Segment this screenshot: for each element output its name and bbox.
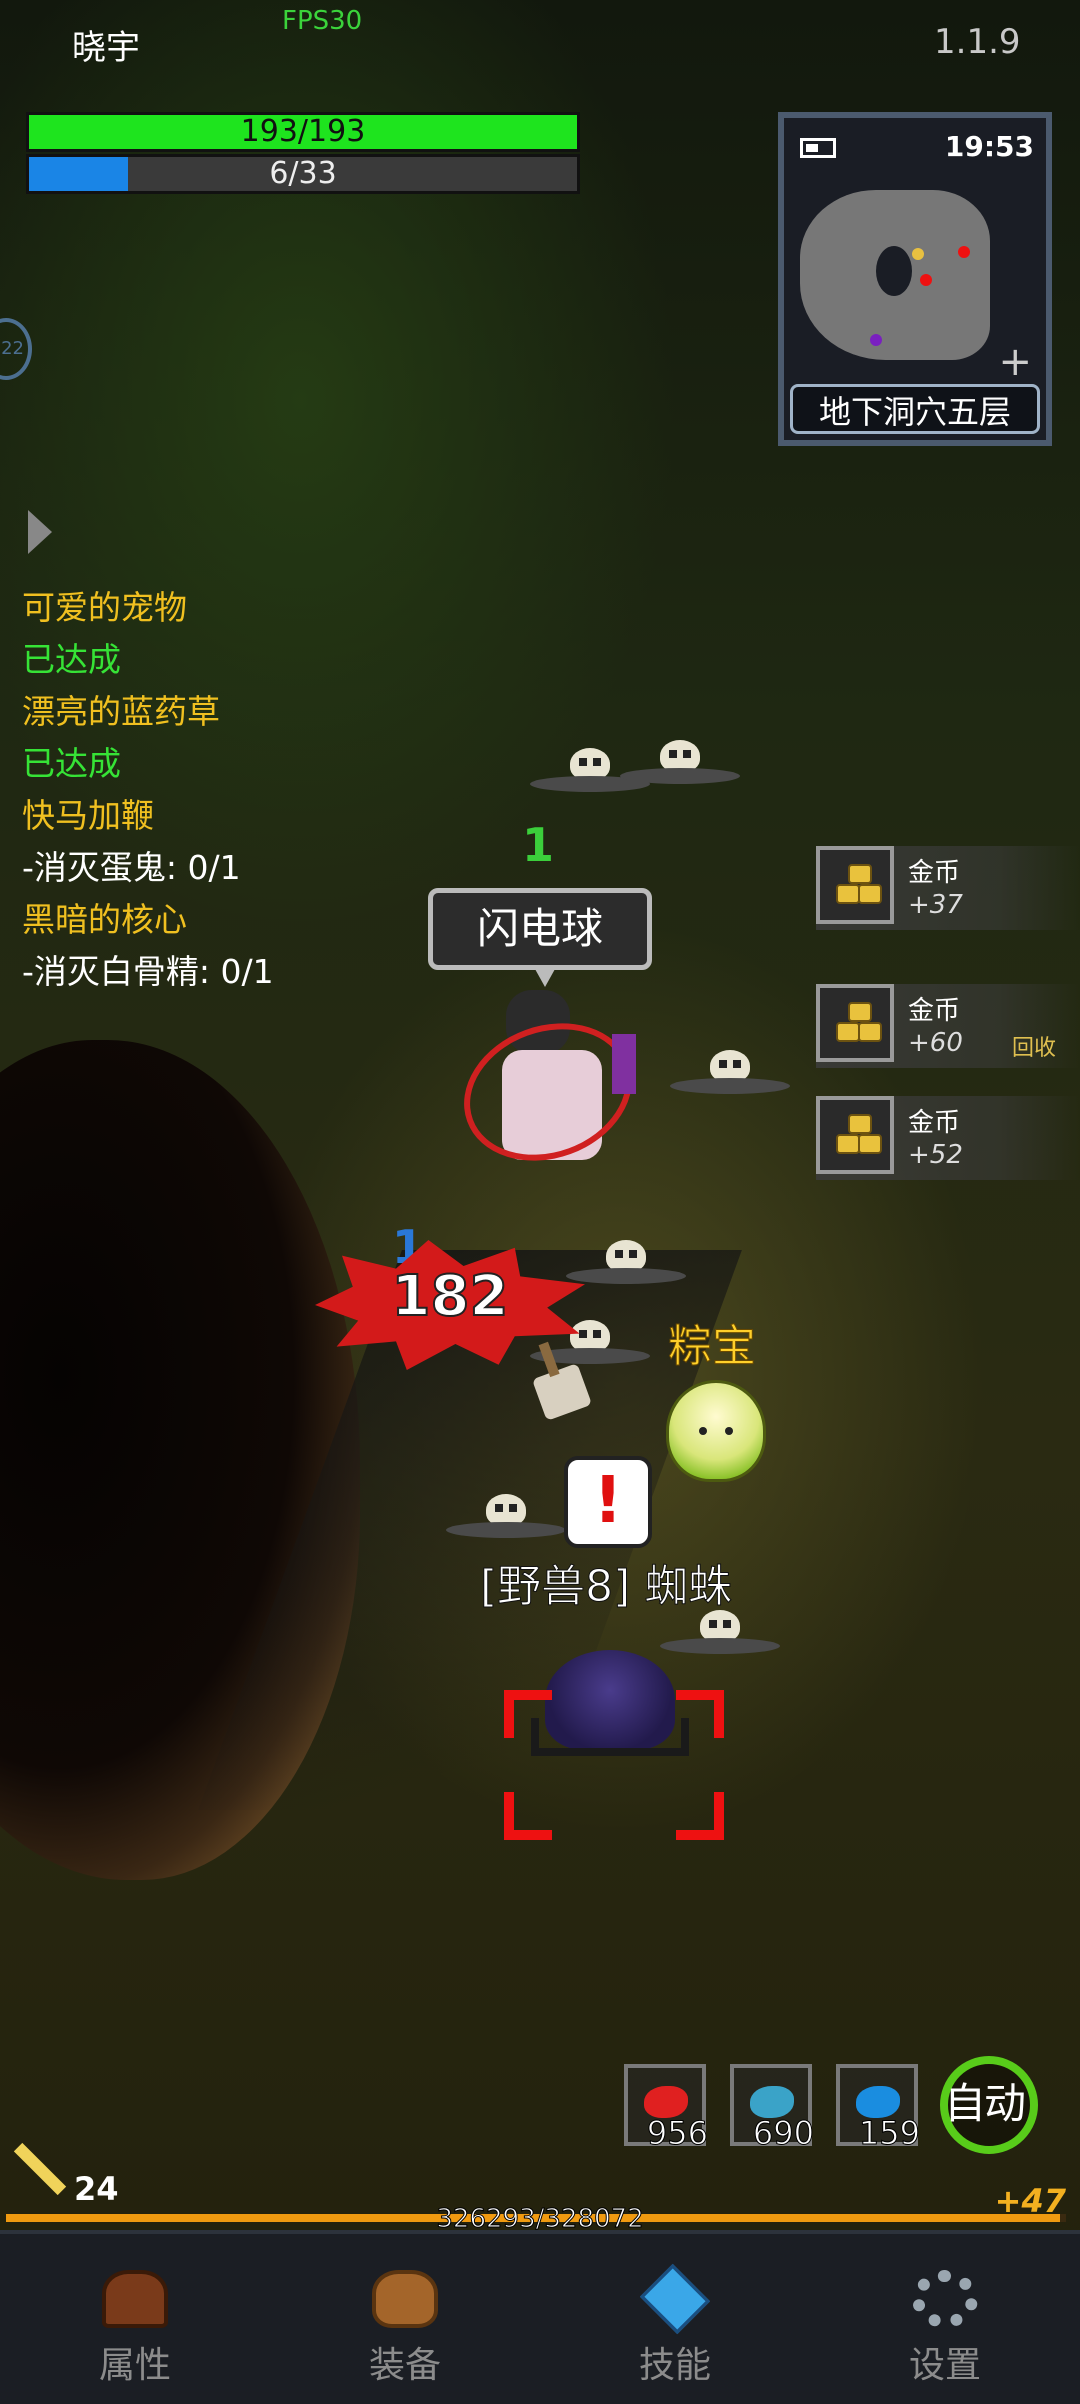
- quest-status: 已达成: [22, 640, 121, 679]
- enemy-label: [野兽8] 蜘蛛: [479, 1561, 733, 1613]
- gold-coin-icon: [816, 846, 894, 924]
- target-corner: [676, 1792, 724, 1840]
- version-label: 1.1.9: [934, 22, 1021, 62]
- bottom-nav: 属性 装备 技能 设置: [0, 2230, 1080, 2404]
- combo-count-top: 1: [522, 818, 555, 872]
- mp-bar: 6/33: [26, 154, 580, 194]
- skull-bones: [660, 1610, 780, 1654]
- gold-coin-icon: [816, 984, 894, 1062]
- loot-name: 金币: [908, 1108, 961, 1138]
- bag-icon: [372, 2270, 438, 2328]
- auto-battle-label: 自动: [943, 2079, 1026, 2128]
- minimap-enemy-marker: [870, 334, 882, 346]
- recycle-label[interactable]: 回收: [1012, 1030, 1056, 1062]
- nav-skills[interactable]: 技能: [540, 2234, 810, 2404]
- expand-arrow-icon[interactable]: [28, 510, 52, 554]
- minimap-enemy-marker: [920, 274, 932, 286]
- skill-gem-icon: [639, 2263, 711, 2335]
- damage-number: 182: [391, 1263, 510, 1330]
- minimap-player-marker: [912, 248, 924, 260]
- quest-title[interactable]: 可爱的宠物: [22, 582, 274, 634]
- nav-label: 装备: [368, 2345, 441, 2386]
- loot-amount: +60: [908, 1028, 963, 1058]
- battery-icon: [800, 138, 836, 158]
- exp-gain: +47: [994, 2182, 1066, 2220]
- loot-name: 金币: [908, 858, 961, 888]
- zone-name: 地下洞穴五层: [790, 384, 1040, 434]
- pet-character[interactable]: [666, 1380, 766, 1482]
- loot-notification: 金币 +37: [816, 846, 1080, 930]
- gold-coin-icon: [816, 1096, 894, 1174]
- quest-title[interactable]: 快马加鞭: [22, 790, 274, 842]
- fish-slot[interactable]: 690: [730, 2064, 815, 2153]
- red-potion-slot[interactable]: 956: [624, 2064, 709, 2153]
- alert-icon: !: [564, 1456, 652, 1548]
- nav-label: 属性: [98, 2345, 171, 2386]
- skull-bones: [670, 1050, 790, 1094]
- minimap-hole: [876, 246, 912, 296]
- item-count: 159: [858, 2114, 920, 2153]
- helmet-icon: [102, 2270, 168, 2328]
- target-corner: [504, 1690, 552, 1738]
- nav-label: 设置: [908, 2345, 981, 2386]
- quest-tracker[interactable]: 可爱的宠物 已达成 漂亮的蓝药草 已达成 快马加鞭 -消灭蛋鬼: 0/1 黑暗的…: [22, 582, 274, 998]
- loot-amount: +52: [908, 1140, 963, 1170]
- quest-objective: -消灭白骨精: 0/1: [22, 952, 274, 991]
- item-count: 956: [646, 2114, 708, 2153]
- nav-attributes[interactable]: 属性: [0, 2234, 270, 2404]
- hp-text: 193/193: [240, 114, 366, 149]
- blue-potion-slot[interactable]: 159: [836, 2064, 921, 2153]
- player-name: 晓宇: [72, 28, 140, 68]
- nav-label: 技能: [638, 2345, 711, 2386]
- minimap[interactable]: 19:53 + 地下洞穴五层: [778, 112, 1052, 446]
- loot-notification: 金币 +52: [816, 1096, 1080, 1180]
- target-corner: [676, 1690, 724, 1738]
- target-corner: [504, 1792, 552, 1840]
- quest-status: 已达成: [22, 744, 121, 783]
- level-number: 24: [74, 2170, 119, 2208]
- loot-name: 金币: [908, 996, 961, 1026]
- nav-equipment[interactable]: 装备: [270, 2234, 540, 2404]
- quest-title[interactable]: 黑暗的核心: [22, 894, 274, 946]
- item-count: 690: [752, 2114, 814, 2153]
- pet-name: 粽宝: [668, 1321, 757, 1373]
- gear-icon: [912, 2270, 978, 2328]
- enemy-spider[interactable]: [531, 1650, 689, 1756]
- quest-objective: -消灭蛋鬼: 0/1: [22, 848, 241, 887]
- sword-icon: [14, 2144, 68, 2198]
- quest-title[interactable]: 漂亮的蓝药草: [22, 686, 274, 738]
- clock-time: 19:53: [944, 130, 1034, 163]
- fps-counter: FPS30: [282, 6, 363, 36]
- mp-text: 6/33: [269, 156, 337, 191]
- minimap-enemy-marker: [958, 246, 970, 258]
- nav-settings[interactable]: 设置: [810, 2234, 1080, 2404]
- hp-bar: 193/193: [26, 112, 580, 152]
- player-character[interactable]: [444, 980, 652, 1200]
- loot-amount: +37: [908, 890, 963, 920]
- skull-bones: [446, 1494, 566, 1538]
- plus-icon[interactable]: +: [998, 342, 1032, 382]
- skull-bones: [620, 740, 740, 784]
- auto-battle-button[interactable]: 自动: [940, 2056, 1038, 2154]
- loot-notification: 金币 +60 回收: [816, 984, 1080, 1068]
- skill-name-bubble: 闪电球: [428, 888, 652, 987]
